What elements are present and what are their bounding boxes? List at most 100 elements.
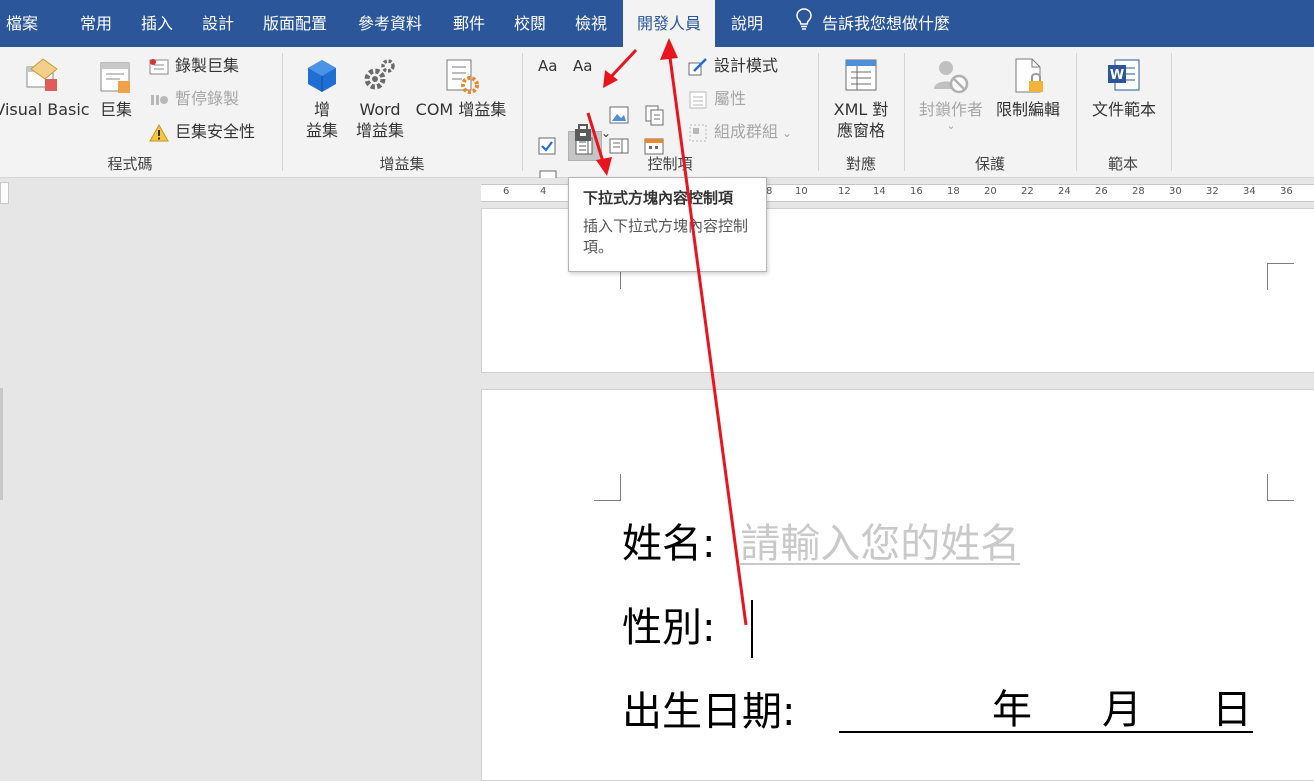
properties-button[interactable]: 屬性	[688, 87, 746, 111]
mapping-group-label: 對應	[845, 155, 876, 173]
com-addins-label: COM 增益集	[415, 100, 507, 119]
margin-corner-mark	[1267, 474, 1294, 501]
group-separator	[282, 53, 283, 171]
xml-mapping-pane-button[interactable]: XML 對 應窗格	[827, 57, 895, 141]
ruler-number: 30	[1169, 186, 1182, 197]
year-label: 年	[992, 687, 1032, 733]
ruler-number: 20	[984, 186, 997, 197]
properties-icon	[689, 91, 707, 108]
pause-recording-label: 暫停錄製	[175, 89, 240, 108]
lightbulb-icon	[796, 1, 812, 48]
name-label: 姓名:	[622, 521, 716, 567]
restrict-editing-icon	[1015, 58, 1043, 93]
word-addins-button[interactable]: Word 增益集	[352, 57, 408, 141]
controls-group-label: 控制項	[647, 155, 693, 173]
macros-icon	[100, 62, 130, 93]
tell-me-search[interactable]: 告訴我您想做什麼	[796, 0, 950, 47]
block-authors-icon	[934, 61, 969, 94]
tab-help[interactable]: 說明	[731, 0, 763, 47]
ruler-number: 14	[873, 186, 886, 197]
tab-design[interactable]: 設計	[202, 0, 234, 47]
group-separator	[522, 53, 523, 171]
chevron-down-icon: ⌄	[946, 119, 956, 132]
name-content-control[interactable]: 請輸入您的姓名	[740, 521, 1020, 567]
record-macro-icon	[149, 58, 169, 74]
ruler-number: 28	[1132, 186, 1145, 197]
word-addins-label-line1: Word	[359, 100, 401, 119]
visual-basic-button[interactable]: Visual Basic	[0, 57, 90, 120]
record-macro-button[interactable]: 錄製巨集	[149, 54, 239, 78]
legacy-tools-icon	[575, 123, 591, 141]
tooltip-description: 插入下拉式方塊內容控制項。	[583, 217, 749, 256]
group-separator	[1171, 53, 1172, 171]
chevron-down-icon: ⌄	[782, 126, 793, 140]
macros-button[interactable]: 巨集	[94, 57, 138, 120]
ruler-number: 18	[947, 186, 960, 197]
restrict-editing-button[interactable]: 限制編輯	[994, 57, 1062, 120]
ruler-number: 26	[1095, 186, 1108, 197]
group-label: 組成群組	[714, 122, 779, 141]
checkbox-control-icon[interactable]	[536, 135, 558, 157]
legacy-tools-button[interactable]: ⌄	[573, 120, 611, 144]
addins-button[interactable]: 增 益集	[300, 57, 344, 141]
tab-insert[interactable]: 插入	[141, 0, 173, 47]
tab-developer[interactable]: 開發人員	[623, 0, 715, 47]
rich-text-control-button[interactable]: Aa	[538, 54, 557, 78]
block-authors-label: 封鎖作者	[918, 100, 983, 119]
ruler-number: 16	[910, 186, 923, 197]
tell-me-text: 告訴我您想做什麼	[822, 14, 951, 33]
ruler-number: 24	[1058, 186, 1071, 197]
ruler-number: 34	[1243, 186, 1256, 197]
vertical-ruler-segment	[0, 388, 3, 500]
block-authors-button[interactable]: 封鎖作者 ⌄	[915, 57, 987, 132]
tab-references[interactable]: 參考資料	[358, 0, 422, 47]
picture-control-icon[interactable]	[608, 104, 630, 126]
combo-box-tooltip: 下拉式方塊內容控制項 插入下拉式方塊內容控制項。	[568, 177, 767, 272]
com-addins-icon	[446, 59, 479, 94]
building-block-control-icon[interactable]	[643, 104, 665, 126]
macros-label: 巨集	[99, 100, 132, 119]
group-separator	[904, 53, 905, 171]
code-group-label: 程式碼	[107, 155, 153, 173]
tab-review[interactable]: 校閱	[514, 0, 546, 47]
gear-icon	[364, 59, 395, 90]
record-macro-label: 錄製巨集	[175, 56, 240, 75]
design-mode-button[interactable]: 設計模式	[688, 54, 778, 78]
gender-label: 性別:	[622, 605, 716, 651]
document-page-current[interactable]	[481, 389, 1314, 781]
ribbon-tab-bar: 檔案 常用 插入 設計 版面配置 參考資料 郵件 校閱 檢視 開發人員 說明 告…	[0, 0, 1314, 47]
xml-mapping-label-line1: XML 對	[833, 100, 889, 119]
com-addins-button[interactable]: COM 增益集	[413, 57, 509, 120]
pause-recording-button[interactable]: 暫停錄製	[149, 87, 239, 111]
tab-view[interactable]: 檢視	[575, 0, 607, 47]
tooltip-title: 下拉式方塊內容控制項	[583, 189, 734, 207]
plain-text-control-button[interactable]: Aa	[573, 54, 592, 78]
visual-basic-label: Visual Basic	[0, 100, 90, 119]
group-button[interactable]: 組成群組 ⌄	[688, 120, 792, 144]
chevron-down-icon: ⌄	[601, 126, 612, 140]
tab-layout[interactable]: 版面配置	[263, 0, 327, 47]
macro-security-button[interactable]: 巨集安全性	[149, 120, 255, 144]
birth-date-underline	[839, 731, 1253, 733]
ruler-number: 10	[795, 186, 808, 197]
design-mode-label: 設計模式	[714, 56, 779, 75]
tab-mailings[interactable]: 郵件	[453, 0, 485, 47]
properties-label: 屬性	[714, 89, 747, 108]
document-template-button[interactable]: W 文件範本	[1088, 57, 1160, 120]
ruler-number: 4	[540, 186, 547, 197]
visual-basic-icon	[26, 58, 58, 91]
ruler-number: 6	[503, 186, 510, 197]
xml-mapping-icon	[845, 59, 877, 91]
addins-label-line2: 益集	[305, 121, 338, 140]
margin-corner-mark	[594, 474, 621, 501]
ribbon: Visual Basic 巨集 錄製巨集 暫停錄製 巨集安全性 程式碼 增 益集…	[0, 47, 1314, 188]
tab-file[interactable]: 檔案	[6, 0, 38, 47]
protect-group-label: 保護	[974, 155, 1005, 173]
addins-cube-icon	[308, 60, 336, 92]
macro-security-label: 巨集安全性	[175, 122, 256, 141]
warning-icon	[149, 123, 169, 141]
tab-home[interactable]: 常用	[80, 0, 112, 47]
ruler-number: 22	[1021, 186, 1034, 197]
day-label: 日	[1212, 687, 1252, 733]
addins-group-label: 增益集	[379, 155, 425, 173]
